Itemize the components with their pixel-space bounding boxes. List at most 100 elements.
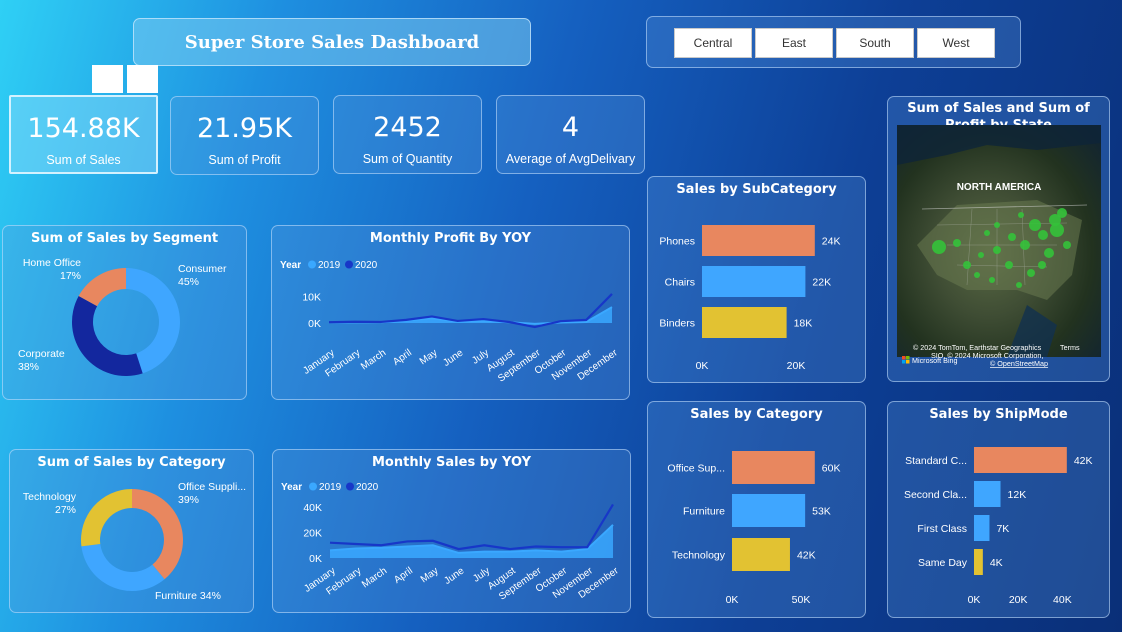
segment-donut-panel[interactable]: Sum of Sales by Segment Consumer 45% Corpo… [2,225,247,400]
bar-value-label: 42K [797,550,816,562]
legend-marker-2020[interactable] [346,482,354,491]
donut-slice-furniture[interactable] [81,544,165,591]
donut-label: 39% [178,494,199,506]
category-donut-panel[interactable]: Sum of Sales by Category Office Suppli..… [9,449,254,613]
bar-standard-c-[interactable] [974,447,1067,473]
bar-value-label: 42K [1074,455,1093,467]
map-state-bubble[interactable] [993,246,1001,254]
monthly-profit-panel[interactable]: Monthly Profit By YOY Year 2019 2020 0K 10K J… [271,225,630,400]
bar-office-sup-[interactable] [732,451,815,484]
kpi-quantity-label: Sum of Quantity [362,152,453,166]
map-state-bubble[interactable] [932,240,946,254]
bar-category-label: Furniture [683,506,725,518]
bar-category-label: Office Sup... [667,463,725,475]
legend-marker-2019[interactable] [308,260,316,269]
legend-marker-2020[interactable] [345,260,353,269]
kpi-profit-label: Sum of Profit [208,153,281,167]
map-state-bubble[interactable] [1018,212,1024,218]
map-state-bubble[interactable] [978,252,984,258]
region-button-central[interactable]: Central [674,28,752,58]
category-bar-panel[interactable]: Sales by Category Office Sup... 60K Furnit… [647,401,866,618]
x-tick-label: 0K [696,360,709,372]
bar-value-label: 60K [822,463,841,475]
kpi-sales-label: Sum of Sales [46,153,121,167]
map-state-bubble[interactable] [1027,269,1035,277]
donut-label: 38% [18,361,39,373]
state-map-panel[interactable]: Sum of Sales and Sum of Profit by State … [887,96,1110,382]
monthly-sales-chart[interactable]: Year 2019 20200K20K40KJanuaryFebruaryMarch… [273,450,632,614]
y-tick-label: 0K [309,553,322,565]
map-state-bubble[interactable] [1038,230,1048,240]
bar-second-cla-[interactable] [974,481,1001,507]
category-bar-chart[interactable]: Office Sup... 60K Furniture 53K Technology 42… [648,402,867,619]
bar-value-label: 4K [990,557,1003,569]
bar-category-label: Binders [659,318,695,330]
legend-title: Year [280,260,301,271]
bar-technology[interactable] [732,538,790,571]
x-tick-label: 50K [792,594,811,606]
bar-category-label: First Class [917,523,967,535]
region-slicer: Central East South West [646,16,1021,68]
bar-same-day[interactable] [974,549,983,575]
legend-label-2019: 2019 [319,482,342,493]
bar-phones[interactable] [702,225,815,256]
y-tick-label: 10K [302,292,321,304]
kpi-sales-value: 154.88K [27,113,140,144]
bar-furniture[interactable] [732,494,806,527]
series-2019-line[interactable] [329,524,614,554]
map-state-bubble[interactable] [989,277,995,283]
bar-binders[interactable] [702,307,787,338]
kpi-delivery-label: Average of AvgDelivary [505,152,636,166]
dashboard-title: Super Store Sales Dashboard [184,31,480,53]
bar-first-class[interactable] [974,515,990,541]
segment-donut-chart[interactable]: Consumer45% Corporate38% Home Office17% [3,226,248,401]
category-donut-chart[interactable]: Office Suppli...39% Furniture 34% Technolo… [10,450,255,614]
map-state-bubble[interactable] [953,239,961,247]
more-options-icon[interactable] [127,65,158,93]
region-button-east[interactable]: East [755,28,833,58]
map-state-bubble[interactable] [994,222,1000,228]
map-state-bubble[interactable] [1005,261,1013,269]
kpi-card-profit[interactable]: 21.95K Sum of Profit [170,96,319,175]
subcategory-bar-chart[interactable]: Phones 24K Chairs 22K Binders 18K 0K 20K [648,177,867,384]
map-state-bubble[interactable] [1038,261,1046,269]
focus-mode-icon[interactable] [92,65,123,93]
map-state-bubble[interactable] [1063,241,1071,249]
map-state-bubble[interactable] [1020,240,1030,250]
map-state-bubble[interactable] [1044,248,1054,258]
kpi-card-sales[interactable]: 154.88K Sum of Sales [9,95,158,174]
donut-label: Office Suppli... [178,481,246,493]
kpi-card-delivery[interactable]: 4 Average of AvgDelivary [496,95,645,174]
donut-label: 45% [178,276,199,288]
map-state-bubble[interactable] [963,261,971,269]
shipmode-bar-chart[interactable]: Standard C... 42K Second Cla... 12K First Cl… [888,402,1111,619]
region-button-south[interactable]: South [836,28,914,58]
donut-slice-technology[interactable] [81,489,132,547]
bar-chairs[interactable] [702,266,806,297]
map-state-bubble[interactable] [1029,219,1041,231]
map-state-bubble[interactable] [974,272,980,278]
donut-slice-corporate[interactable] [71,295,143,376]
kpi-card-quantity[interactable]: 2452 Sum of Quantity [333,95,482,174]
region-button-west[interactable]: West [917,28,995,58]
x-tick-label: 0K [968,594,981,606]
bar-category-label: Standard C... [905,455,967,467]
monthly-profit-chart[interactable]: Year 2019 20200K10KJanuaryFebruaryMarch Apr… [272,226,631,401]
donut-slice-office-supplies[interactable] [132,489,183,580]
map-state-bubble[interactable] [1016,282,1022,288]
x-tick-label: May [418,347,440,367]
map-state-bubble[interactable] [1008,233,1016,241]
state-map[interactable]: NORTH AMERICA [897,125,1101,357]
map-state-bubble[interactable] [984,230,990,236]
bar-value-label: 53K [812,506,831,518]
donut-label: 27% [55,504,76,516]
shipmode-bar-panel[interactable]: Sales by ShipMode Standard C... 42K Second… [887,401,1110,618]
series-2020-line[interactable] [329,503,614,551]
map-state-bubble[interactable] [1057,208,1067,218]
monthly-sales-panel[interactable]: Monthly Sales by YOY Year 2019 2020 0K 20K 40… [272,449,631,613]
legend-label-2019: 2019 [318,260,341,271]
map-osm-link[interactable]: © OpenStreetMap [990,359,1048,368]
subcategory-bar-panel[interactable]: Sales by SubCategory Phones 24K Chairs 22K B… [647,176,866,383]
y-tick-label: 0K [308,318,321,330]
legend-marker-2019[interactable] [309,482,317,491]
